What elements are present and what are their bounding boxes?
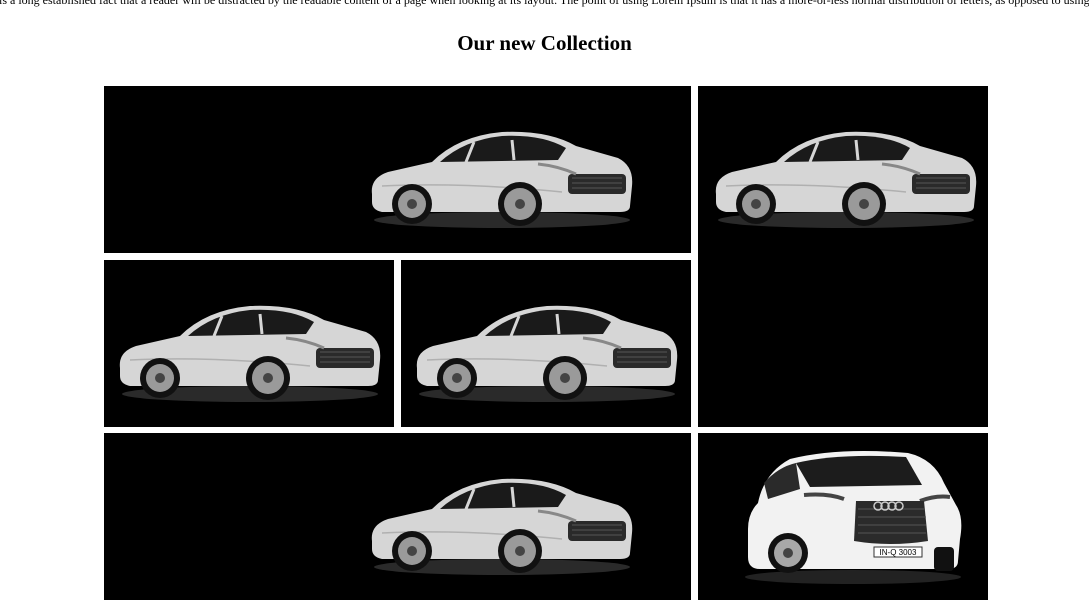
intro-text: is a long established fact that a reader… xyxy=(0,0,1089,7)
sedan-car-image xyxy=(416,305,678,402)
sedan-car-image xyxy=(371,478,633,575)
collection-heading: Our new Collection xyxy=(457,31,632,55)
sedan-car-image xyxy=(715,131,977,228)
sedan-car-image xyxy=(119,305,381,402)
sedan-car-image xyxy=(371,131,633,228)
gallery-tile-3[interactable] xyxy=(104,260,394,427)
gallery-tile-6[interactable]: IN-Q 3003 xyxy=(698,433,988,600)
gallery-tile-1[interactable] xyxy=(104,86,691,253)
gallery-tile-2[interactable] xyxy=(698,86,988,427)
gallery-tile-5[interactable] xyxy=(104,433,691,600)
license-plate: IN-Q 3003 xyxy=(880,548,917,557)
suv-car-image: IN-Q 3003 xyxy=(745,451,962,584)
gallery-tile-4[interactable] xyxy=(401,260,691,427)
intro-paragraph: is a long established fact that a reader… xyxy=(0,0,1089,9)
